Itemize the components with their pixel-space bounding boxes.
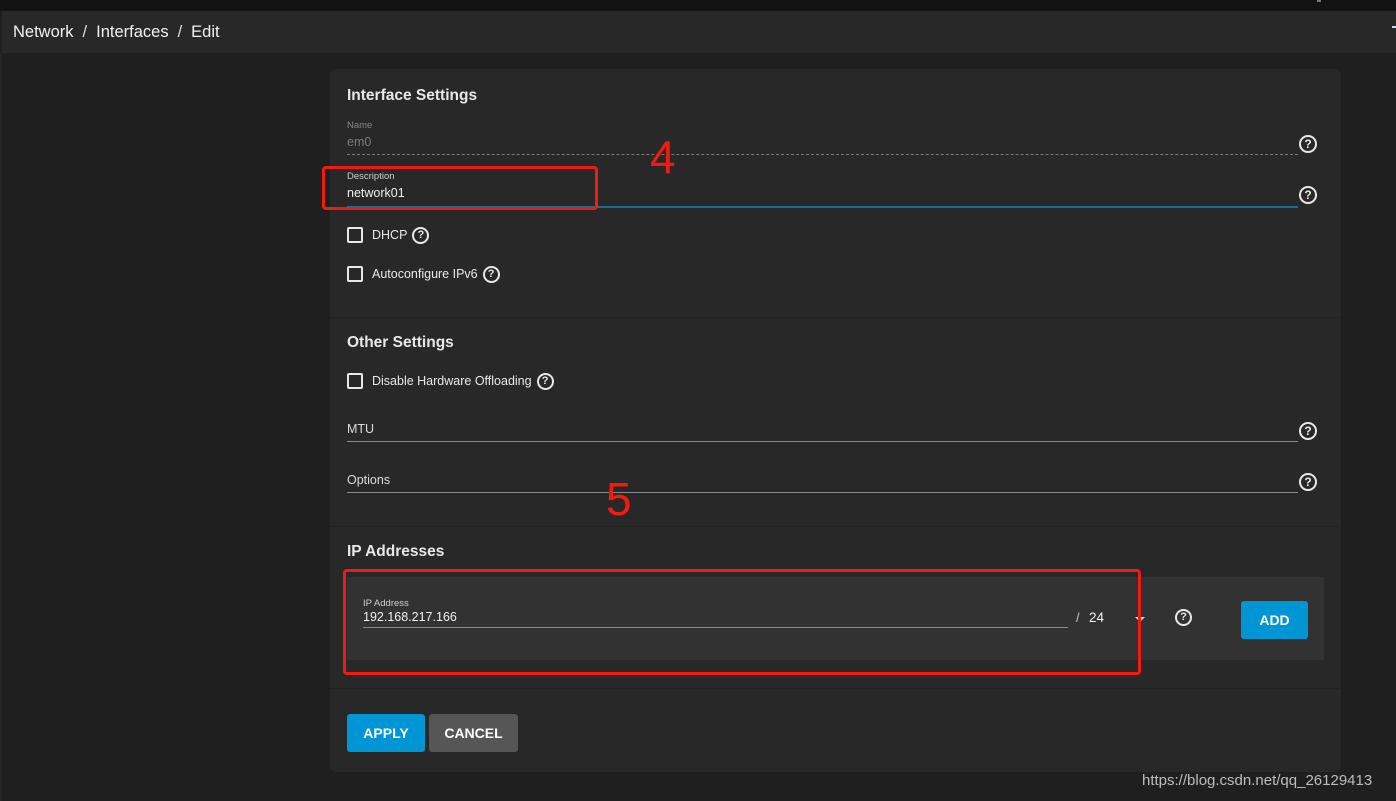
options-placeholder[interactable]: Options xyxy=(347,473,390,487)
apply-button[interactable]: APPLY xyxy=(347,714,425,752)
help-icon[interactable]: ? xyxy=(1299,473,1317,491)
dhcp-checkbox[interactable] xyxy=(347,227,363,243)
dhcp-label: DHCP xyxy=(372,228,408,242)
section-divider xyxy=(330,526,1341,527)
name-field: Name em0 xyxy=(347,119,1298,155)
options-field[interactable]: Options xyxy=(347,470,1298,494)
disable-hardware-offloading-checkbox[interactable] xyxy=(347,373,363,389)
breadcrumb-interfaces[interactable]: Interfaces xyxy=(96,23,168,41)
help-icon[interactable]: ? xyxy=(1175,609,1192,626)
window-top-strip xyxy=(0,0,1396,11)
add-ip-button[interactable]: ADD xyxy=(1241,601,1308,639)
scroll-indicator xyxy=(1392,26,1396,28)
help-icon[interactable]: ? xyxy=(1299,422,1317,440)
watermark: https://blog.csdn.net/qq_26129413 xyxy=(1142,772,1373,789)
left-edge xyxy=(0,53,2,801)
help-icon[interactable]: ? xyxy=(1299,135,1317,153)
breadcrumb-edit: Edit xyxy=(191,23,220,41)
help-icon[interactable]: ? xyxy=(1299,186,1317,204)
section-divider xyxy=(330,688,1341,689)
name-label: Name xyxy=(347,120,373,131)
options-underline xyxy=(347,492,1298,493)
disable-hardware-offloading-label: Disable Hardware Offloading xyxy=(372,374,532,388)
section-title-interface-settings: Interface Settings xyxy=(347,87,478,104)
annotation-box-description xyxy=(322,166,598,210)
help-icon[interactable]: ? xyxy=(412,226,430,244)
breadcrumb-bar: Network / Interfaces / Edit xyxy=(2,11,1396,53)
breadcrumb-separator: / xyxy=(177,23,183,41)
name-value: em0 xyxy=(347,135,372,149)
breadcrumb-network[interactable]: Network xyxy=(13,23,74,41)
help-icon[interactable]: ? xyxy=(482,265,500,283)
dhcp-checkbox-row[interactable]: DHCP ? xyxy=(347,225,430,245)
section-title-other-settings: Other Settings xyxy=(347,334,454,351)
section-divider xyxy=(330,317,1341,318)
disable-hardware-offloading-checkbox-row[interactable]: Disable Hardware Offloading ? xyxy=(347,371,554,391)
mtu-field[interactable]: MTU xyxy=(347,419,1298,443)
annotation-number-5: 5 xyxy=(606,473,632,525)
annotation-box-ip-address xyxy=(343,569,1141,675)
annotation-number-4: 4 xyxy=(650,131,676,183)
top-strip-marker xyxy=(1317,0,1321,2)
autoconfigure-ipv6-label: Autoconfigure IPv6 xyxy=(372,267,478,281)
name-underline xyxy=(347,154,1298,155)
mtu-underline xyxy=(347,441,1298,442)
autoconfigure-ipv6-checkbox[interactable] xyxy=(347,266,363,282)
breadcrumb-separator: / xyxy=(82,23,88,41)
mtu-placeholder[interactable]: MTU xyxy=(347,422,374,436)
autoconfigure-ipv6-checkbox-row[interactable]: Autoconfigure IPv6 ? xyxy=(347,264,500,284)
breadcrumb: Network / Interfaces / Edit xyxy=(13,23,220,42)
cancel-button[interactable]: CANCEL xyxy=(429,714,518,752)
section-title-ip-addresses: IP Addresses xyxy=(347,543,445,560)
help-icon[interactable]: ? xyxy=(536,372,554,390)
